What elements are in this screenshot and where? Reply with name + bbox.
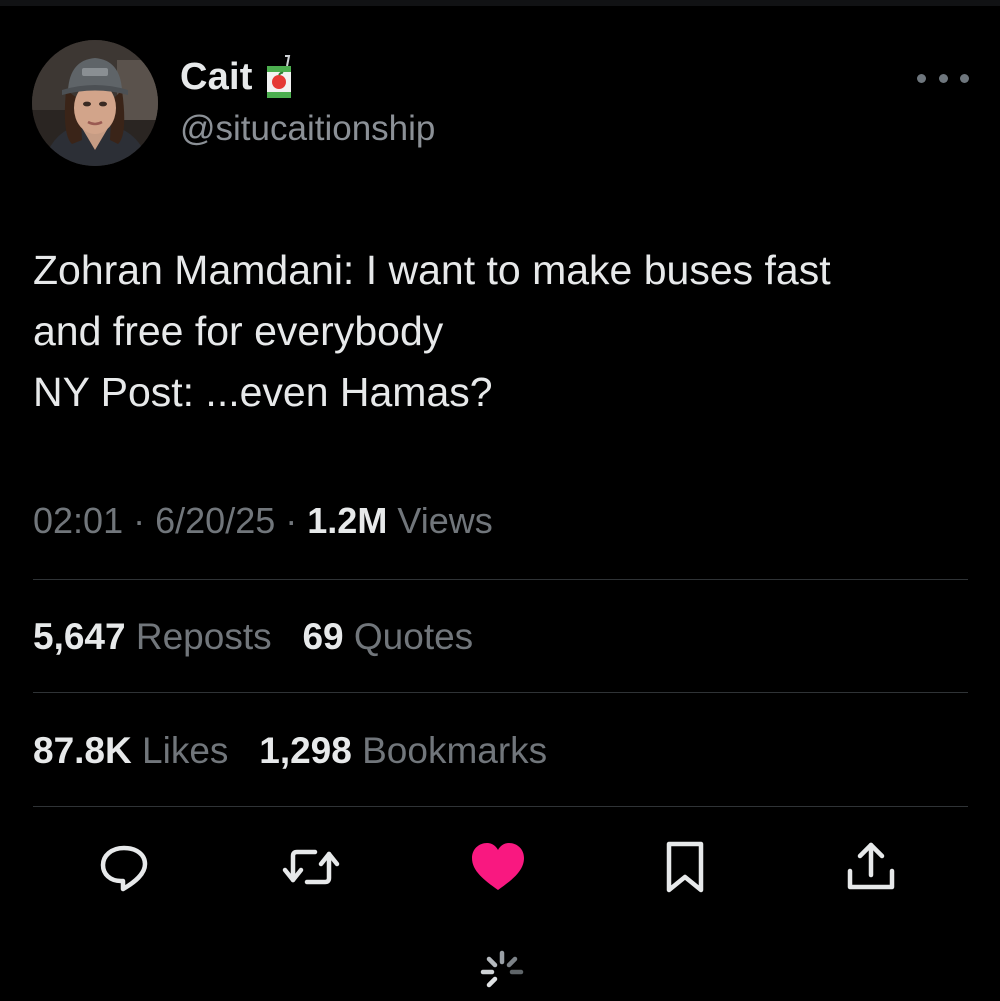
more-options-icon[interactable]: [917, 66, 969, 90]
heart-icon: [472, 843, 524, 890]
speech-bubble-icon: [100, 845, 148, 892]
likes-stat[interactable]: 87.8K Likes: [33, 730, 228, 771]
quotes-label: Quotes: [353, 616, 474, 657]
loading-spinner-icon: [478, 948, 526, 996]
bookmarks-label: Bookmarks: [362, 730, 548, 771]
views-label: Views: [397, 500, 493, 541]
like-button[interactable]: [468, 832, 528, 902]
action-bar: [0, 832, 1000, 902]
tweet-meta: 02:01 · 6/20/25 · 1.2M Views: [33, 500, 493, 542]
divider: [33, 579, 968, 580]
divider: [33, 806, 968, 807]
views-count: 1.2M: [307, 500, 388, 541]
repost-button[interactable]: [281, 832, 341, 902]
bookmark-icon: [666, 841, 704, 893]
share-icon: [847, 842, 895, 890]
dot: [960, 73, 969, 83]
dot: [917, 73, 926, 83]
divider: [33, 692, 968, 693]
bookmarks-count: 1,298: [259, 730, 352, 771]
top-edge: [0, 0, 1000, 6]
author-name-row[interactable]: Cait: [180, 54, 297, 100]
dot: [938, 73, 948, 83]
bookmarks-stat[interactable]: 1,298 Bookmarks: [259, 730, 547, 771]
display-name[interactable]: Cait: [180, 56, 253, 99]
bookmark-button[interactable]: [655, 832, 715, 902]
juice-box-emoji-icon: [263, 54, 297, 100]
reposts-label: Reposts: [135, 616, 272, 657]
meta-separator: ·: [133, 500, 146, 541]
engagement-row-1: 5,647 Reposts 69 Quotes: [33, 616, 473, 658]
quotes-count: 69: [302, 616, 344, 657]
tweet-text: Zohran Mamdani: I want to make buses fas…: [33, 240, 983, 423]
likes-label: Likes: [142, 730, 229, 771]
tweet-line-1: Zohran Mamdani: I want to make buses fas…: [33, 247, 831, 293]
tweet-line-2: and free for everybody: [33, 308, 444, 354]
repost-icon: [282, 849, 340, 885]
engagement-row-2: 87.8K Likes 1,298 Bookmarks: [33, 730, 547, 772]
user-handle[interactable]: @situcaitionship: [180, 109, 435, 149]
tweet-line-3: NY Post: ...even Hamas?: [33, 369, 493, 415]
share-button[interactable]: [841, 832, 901, 902]
avatar[interactable]: [32, 40, 158, 166]
reposts-stat[interactable]: 5,647 Reposts: [33, 616, 272, 657]
tweet-time[interactable]: 02:01: [33, 500, 123, 541]
meta-separator: ·: [285, 500, 298, 541]
reposts-count: 5,647: [33, 616, 126, 657]
likes-count: 87.8K: [33, 730, 132, 771]
tweet-date[interactable]: 6/20/25: [155, 500, 275, 541]
quotes-stat[interactable]: 69 Quotes: [302, 616, 473, 657]
reply-button[interactable]: [94, 832, 154, 902]
